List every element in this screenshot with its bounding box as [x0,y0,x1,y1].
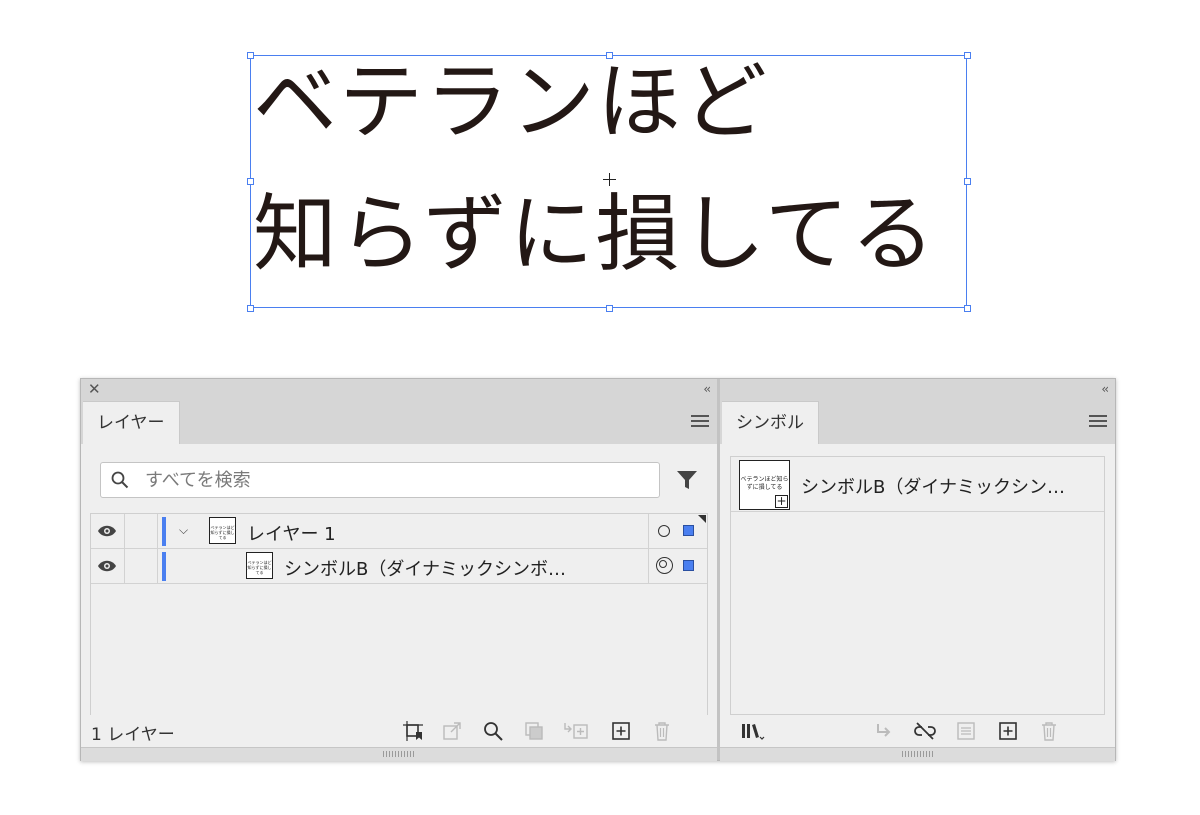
target-double-circle-icon[interactable] [656,557,673,574]
search-icon [111,471,129,489]
selection-indicator-icon[interactable] [683,525,694,536]
collapse-icon[interactable]: ‹‹ [703,382,710,396]
symbol-item[interactable]: ベテランほど知らずに損してる + シンボルB（ダイナミックシン… [731,457,1104,512]
selected-art-corner-icon [698,515,706,523]
layers-titlebar[interactable]: ✕ ‹‹ [81,379,717,400]
resize-grip[interactable] [720,747,1115,761]
filter-icon[interactable] [675,468,699,492]
layers-tabbar: レイヤー [81,400,717,446]
artwork-text-line-1: ベテランほど [253,53,770,151]
dynamic-symbol-plus-icon: + [775,494,788,508]
layer-name[interactable]: レイヤー 1 [247,520,336,546]
collapse-icon[interactable]: ‹‹ [1101,382,1108,396]
layer-search-box[interactable] [100,462,660,498]
layer-row-layer-1[interactable]: ⌵ ベテランほど知らずに損してる レイヤー 1 [91,514,707,549]
eye-visibility-icon[interactable] [97,559,117,573]
symbols-tabbar: シンボル [720,400,1115,446]
target-circle-icon[interactable] [658,525,670,537]
symbols-footer [720,715,1115,747]
handle-top-center[interactable] [606,52,613,59]
artboard-collect-icon[interactable] [403,721,423,741]
artwork-text-line-2: 知らずに損してる [253,185,937,283]
panel-group: ✕ ‹‹ レイヤー すべてを検索 ⌵ ベテランほど知らずに損してる レイヤー 1… [80,378,1116,761]
layers-footer: 1 レイヤー [81,715,717,747]
symbols-panel-body: ベテランほど知らずに損してる + シンボルB（ダイナミックシン… [720,444,1115,726]
close-icon[interactable]: ✕ [88,381,101,397]
break-link-icon[interactable] [913,721,937,741]
trash-icon [655,722,669,741]
panel-menu-icon[interactable] [1089,415,1107,428]
symbol-name[interactable]: シンボルB（ダイナミックシン… [801,473,1065,499]
clipping-mask-icon [525,722,543,740]
layer-color-bar [162,552,166,581]
center-point-marker [603,173,616,186]
symbol-thumbnail: ベテランほど知らずに損してる + [739,460,790,510]
panel-menu-icon[interactable] [691,415,709,428]
handle-top-right[interactable] [964,52,971,59]
locate-object-icon[interactable] [483,721,503,741]
column-separator [157,549,158,583]
symbol-list: ベテランほど知らずに損してる + シンボルB（ダイナミックシン… [730,456,1105,715]
layer-count: 1 レイヤー [91,725,175,745]
layers-panel: ✕ ‹‹ レイヤー すべてを検索 ⌵ ベテランほど知らずに損してる レイヤー 1… [81,379,717,761]
tab-symbols[interactable]: シンボル [722,401,819,446]
handle-bottom-right[interactable] [964,305,971,312]
handle-top-left[interactable] [247,52,254,59]
layer-color-bar [162,517,166,546]
chevron-down-icon[interactable]: ⌵ [179,523,188,538]
symbols-panel: ‹‹ シンボル ベテランほど知らずに損してる + シンボルB（ダイナミックシン… [720,379,1115,761]
layer-thumbnail: ベテランほど知らずに損してる [209,517,236,544]
symbol-options-icon [957,722,975,740]
column-separator [124,514,125,548]
handle-middle-right[interactable] [964,178,971,185]
trash-icon [1042,722,1056,741]
column-separator [648,514,649,548]
eye-visibility-icon[interactable] [97,524,117,538]
selected-text-object[interactable]: ベテランほど 知らずに損してる [247,52,971,312]
column-separator [157,514,158,548]
column-separator [648,549,649,583]
symbol-libraries-icon[interactable] [740,721,766,741]
new-layer-icon[interactable] [611,721,631,741]
symbol-thumb-text: ベテランほど知らずに損してる [740,476,789,491]
place-symbol-instance-icon [877,724,891,737]
layer-list: ⌵ ベテランほど知らずに損してる レイヤー 1 ベテランほど知らずに損してる シ… [90,513,708,717]
selection-indicator-icon[interactable] [683,560,694,571]
export-icon [443,722,461,740]
tab-layers[interactable]: レイヤー [83,401,180,446]
symbols-titlebar[interactable]: ‹‹ [720,379,1115,400]
handle-bottom-left[interactable] [247,305,254,312]
search-input[interactable] [145,467,645,493]
new-symbol-icon[interactable] [998,721,1018,741]
symbol-instance-name[interactable]: シンボルB（ダイナミックシンボ… [284,555,566,581]
layer-row-symbol[interactable]: ベテランほど知らずに損してる シンボルB（ダイナミックシンボ… [91,549,707,584]
resize-grip[interactable] [81,747,717,761]
new-sublayer-icon [564,723,588,739]
column-separator [124,549,125,583]
handle-middle-left[interactable] [247,178,254,185]
symbol-thumbnail: ベテランほど知らずに損してる [246,552,273,579]
layers-panel-body: ⌵ ベテランほど知らずに損してる レイヤー 1 [81,444,717,726]
handle-bottom-center[interactable] [606,305,613,312]
